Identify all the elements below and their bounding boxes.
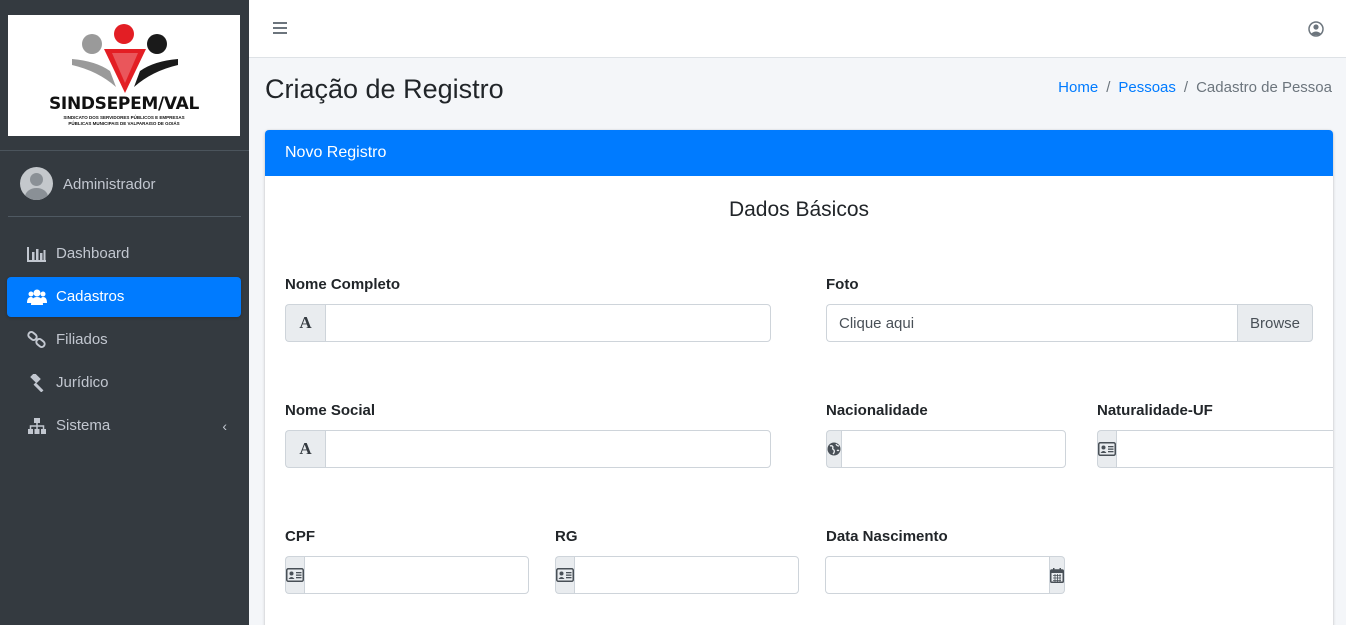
calendar-icon[interactable] (1050, 556, 1065, 594)
topbar (249, 0, 1346, 58)
brand-logo[interactable]: SINDSEPEM/VAL SINDICATO DOS SERVIDORES P… (8, 15, 240, 136)
card-title: Novo Registro (265, 130, 1333, 176)
rg-group (555, 556, 799, 594)
nome-completo-label: Nome Completo (285, 276, 401, 293)
brand-tagline: SINDICATO DOS SERVIDORES PÚBLICOS E EMPR… (63, 115, 185, 120)
users-icon (27, 289, 47, 305)
nacionalidade-label: Nacionalidade (826, 402, 928, 419)
nome-social-input[interactable] (325, 430, 771, 468)
brand-name: SINDSEPEM/VAL (48, 94, 200, 114)
breadcrumb: Home / Pessoas / Cadastro de Pessoa (1058, 79, 1332, 96)
link-icon (27, 331, 46, 348)
foto-file-input[interactable]: Clique aqui Browse (826, 304, 1313, 342)
font-a-icon: A (285, 430, 325, 468)
sidebar-item-label: Sistema (56, 417, 111, 434)
nacionalidade-input[interactable] (841, 430, 1066, 468)
avatar (20, 167, 53, 200)
sidebar-item-sistema[interactable]: Sistema ‹ (7, 406, 241, 446)
id-card-icon (285, 556, 304, 594)
nome-social-label: Nome Social (285, 402, 376, 419)
sidebar-nav: Dashboard Cadastros Filiados Jurídico Si… (7, 234, 241, 449)
naturalidade-label: Naturalidade-UF (1097, 402, 1213, 419)
brand-divider (0, 150, 249, 151)
font-a-icon: A (285, 304, 325, 342)
brand-tagline-2: PÚBLICAS MUNICIPAIS DE VALPARAISO DE GOI… (68, 121, 180, 126)
breadcrumb-home[interactable]: Home (1058, 79, 1098, 96)
bar-chart-icon (27, 247, 46, 262)
sidebar-item-cadastros[interactable]: Cadastros (7, 277, 241, 317)
breadcrumb-separator: / (1106, 79, 1111, 96)
gavel-icon (30, 374, 44, 392)
user-name[interactable]: Administrador (63, 176, 156, 193)
data-nascimento-input[interactable] (825, 556, 1050, 594)
id-card-icon (1097, 430, 1116, 468)
sidebar-item-dashboard[interactable]: Dashboard (7, 234, 241, 274)
data-nascimento-label: Data Nascimento (826, 528, 948, 545)
nome-completo-input[interactable] (325, 304, 771, 342)
id-card-icon (555, 556, 574, 594)
sidebar-item-label: Dashboard (56, 245, 130, 262)
cpf-input[interactable] (304, 556, 529, 594)
foto-label: Foto (826, 276, 859, 293)
foto-placeholder[interactable]: Clique aqui (826, 304, 1237, 342)
nome-social-group: A (285, 430, 771, 468)
naturalidade-group (1097, 430, 1333, 468)
sidebar-item-label: Filiados (56, 331, 108, 348)
sitemap-icon (28, 418, 46, 434)
chevron-left-icon: ‹ (222, 418, 227, 434)
breadcrumb-current: Cadastro de Pessoa (1196, 79, 1332, 96)
data-nascimento-group (825, 556, 1065, 594)
sidebar-item-juridico[interactable]: Jurídico (7, 363, 241, 403)
cpf-label: CPF (285, 528, 315, 545)
form-card: Novo Registro Dados Básicos Nome Complet… (265, 130, 1333, 625)
globe-icon (826, 430, 841, 468)
user-circle-icon[interactable] (1308, 21, 1324, 37)
rg-label: RG (555, 528, 578, 545)
sidebar-item-filiados[interactable]: Filiados (7, 320, 241, 360)
breadcrumb-pessoas[interactable]: Pessoas (1118, 79, 1176, 96)
page-title: Criação de Registro (265, 74, 504, 104)
breadcrumb-separator: / (1183, 79, 1189, 96)
section-title: Dados Básicos (728, 198, 870, 221)
cpf-group (285, 556, 529, 594)
naturalidade-input[interactable] (1116, 430, 1333, 468)
sidebar-item-label: Jurídico (56, 374, 109, 391)
nome-completo-group: A (285, 304, 771, 342)
sidebar-item-label: Cadastros (56, 288, 125, 305)
rg-input[interactable] (574, 556, 799, 594)
menu-toggle-icon[interactable] (273, 22, 287, 34)
sidebar: SINDSEPEM/VAL SINDICATO DOS SERVIDORES P… (0, 0, 249, 625)
browse-button[interactable]: Browse (1237, 304, 1313, 342)
user-panel[interactable]: Administrador (8, 163, 241, 217)
nacionalidade-group (826, 430, 1066, 468)
